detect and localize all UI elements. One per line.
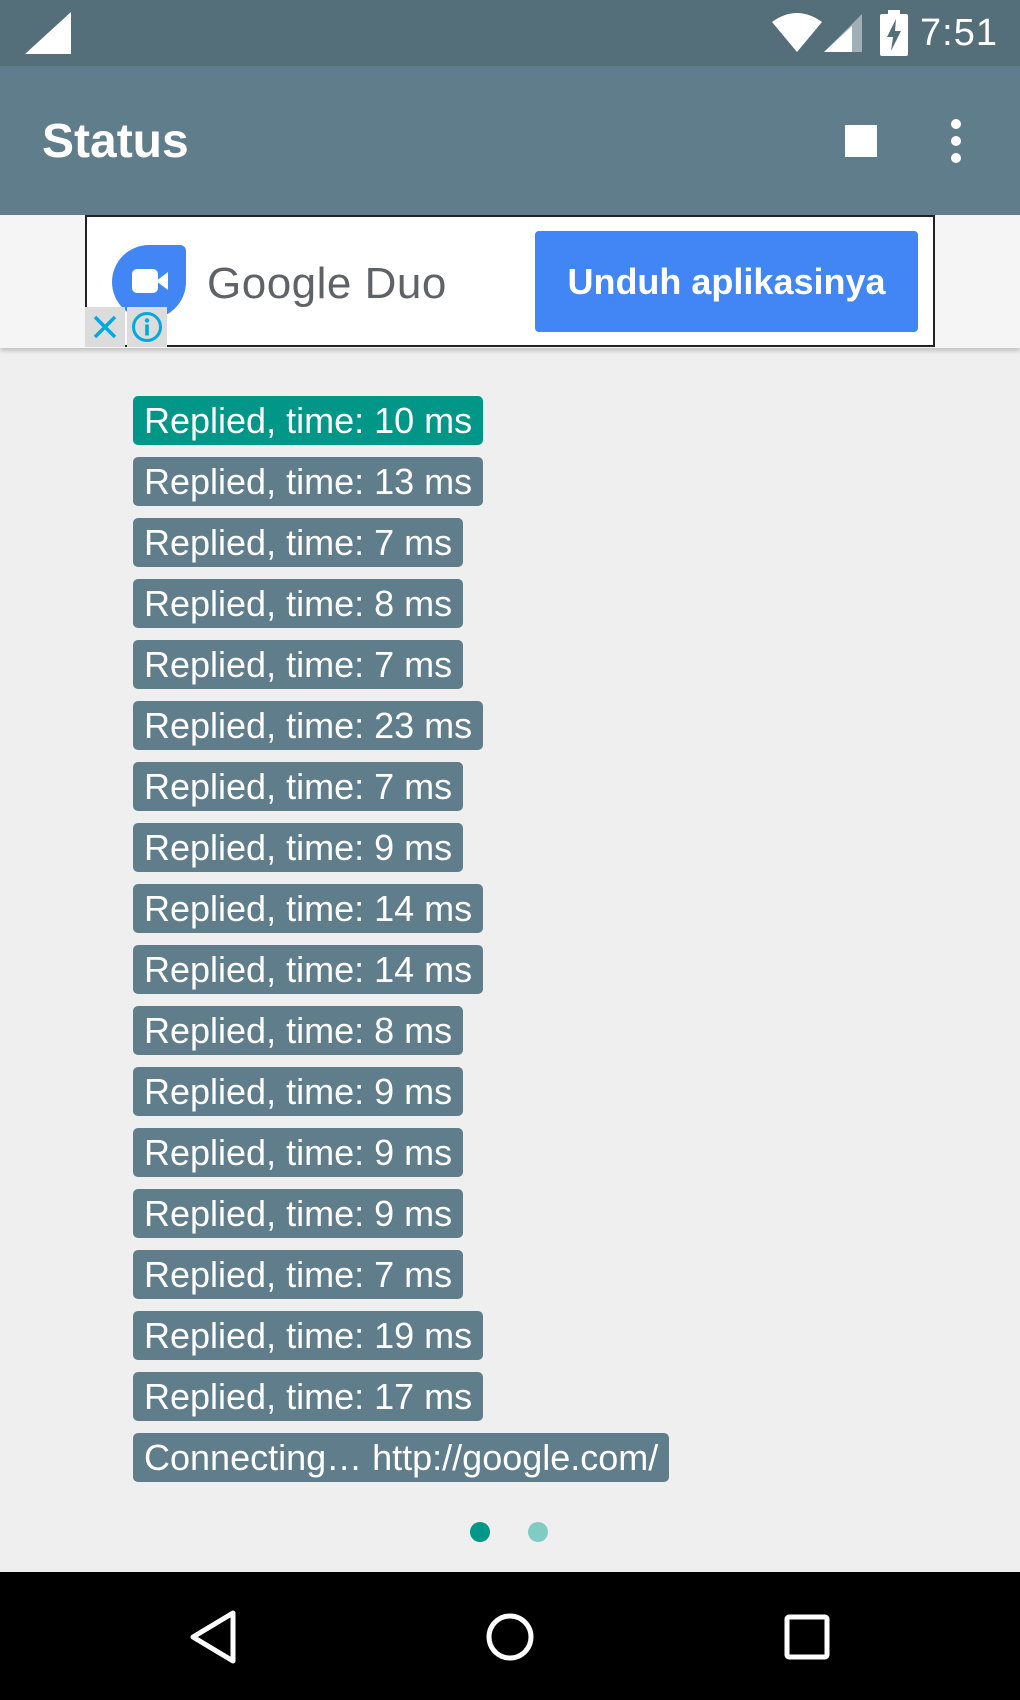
log-entry[interactable]: Replied, time: 10 ms [133,396,484,445]
cell-signal-icon [824,14,863,52]
log-entry-connecting[interactable]: Connecting… http://google.com/ [133,1433,670,1482]
back-button[interactable] [163,1592,263,1682]
system-nav-bar [0,1572,1020,1700]
ad-banner[interactable]: Google Duo Unduh aplikasinya [85,215,935,347]
log-entry[interactable]: Replied, time: 8 ms [133,1006,464,1055]
stop-icon [845,125,877,157]
log-entry[interactable]: Replied, time: 9 ms [133,1067,464,1116]
log-entry[interactable]: Replied, time: 7 ms [133,1250,464,1299]
log-entry[interactable]: Replied, time: 23 ms [133,701,484,750]
clock: 7:51 [920,11,998,54]
ad-banner-area: Google Duo Unduh aplikasinya [0,215,1020,348]
log-entry[interactable]: Replied, time: 8 ms [133,579,464,628]
ad-info-button[interactable] [127,307,167,347]
signal-icon [25,12,71,54]
page-indicator [0,1522,1020,1544]
log-entry[interactable]: Replied, time: 17 ms [133,1372,484,1421]
more-vert-icon [951,119,961,129]
home-icon [486,1613,534,1661]
page-title: Status [42,115,189,168]
status-bar: 7:51 [0,0,1020,66]
log-entry[interactable]: Replied, time: 9 ms [133,1189,464,1238]
log-entry[interactable]: Replied, time: 9 ms [133,1128,464,1177]
log-entry[interactable]: Replied, time: 13 ms [133,457,484,506]
log-entry[interactable]: Replied, time: 7 ms [133,640,464,689]
ad-install-button[interactable]: Unduh aplikasinya [535,231,918,332]
page-dot-2[interactable] [528,1522,548,1542]
battery-charging-icon [880,10,909,56]
recents-icon [784,1614,830,1660]
log-entry[interactable]: Replied, time: 14 ms [133,945,484,994]
log-entry[interactable]: Replied, time: 9 ms [133,823,464,872]
log-entry[interactable]: Replied, time: 19 ms [133,1311,484,1360]
page-dot-1[interactable] [470,1522,490,1542]
ad-close-button[interactable] [85,307,125,347]
back-icon [190,1610,236,1664]
log-entry[interactable]: Replied, time: 14 ms [133,884,484,933]
recents-button[interactable] [757,1592,857,1682]
close-icon [93,315,117,339]
log-entry[interactable]: Replied, time: 7 ms [133,518,464,567]
info-icon [132,312,162,342]
home-button[interactable] [460,1592,560,1682]
ad-brand-name: Google Duo [207,259,447,308]
ping-log-list: Replied, time: 10 ms Replied, time: 13 m… [133,396,670,1494]
log-entry[interactable]: Replied, time: 7 ms [133,762,464,811]
stop-button[interactable] [830,110,892,172]
app-bar: Status [0,66,1020,215]
wifi-icon [772,13,823,52]
overflow-menu-button[interactable] [925,110,987,172]
